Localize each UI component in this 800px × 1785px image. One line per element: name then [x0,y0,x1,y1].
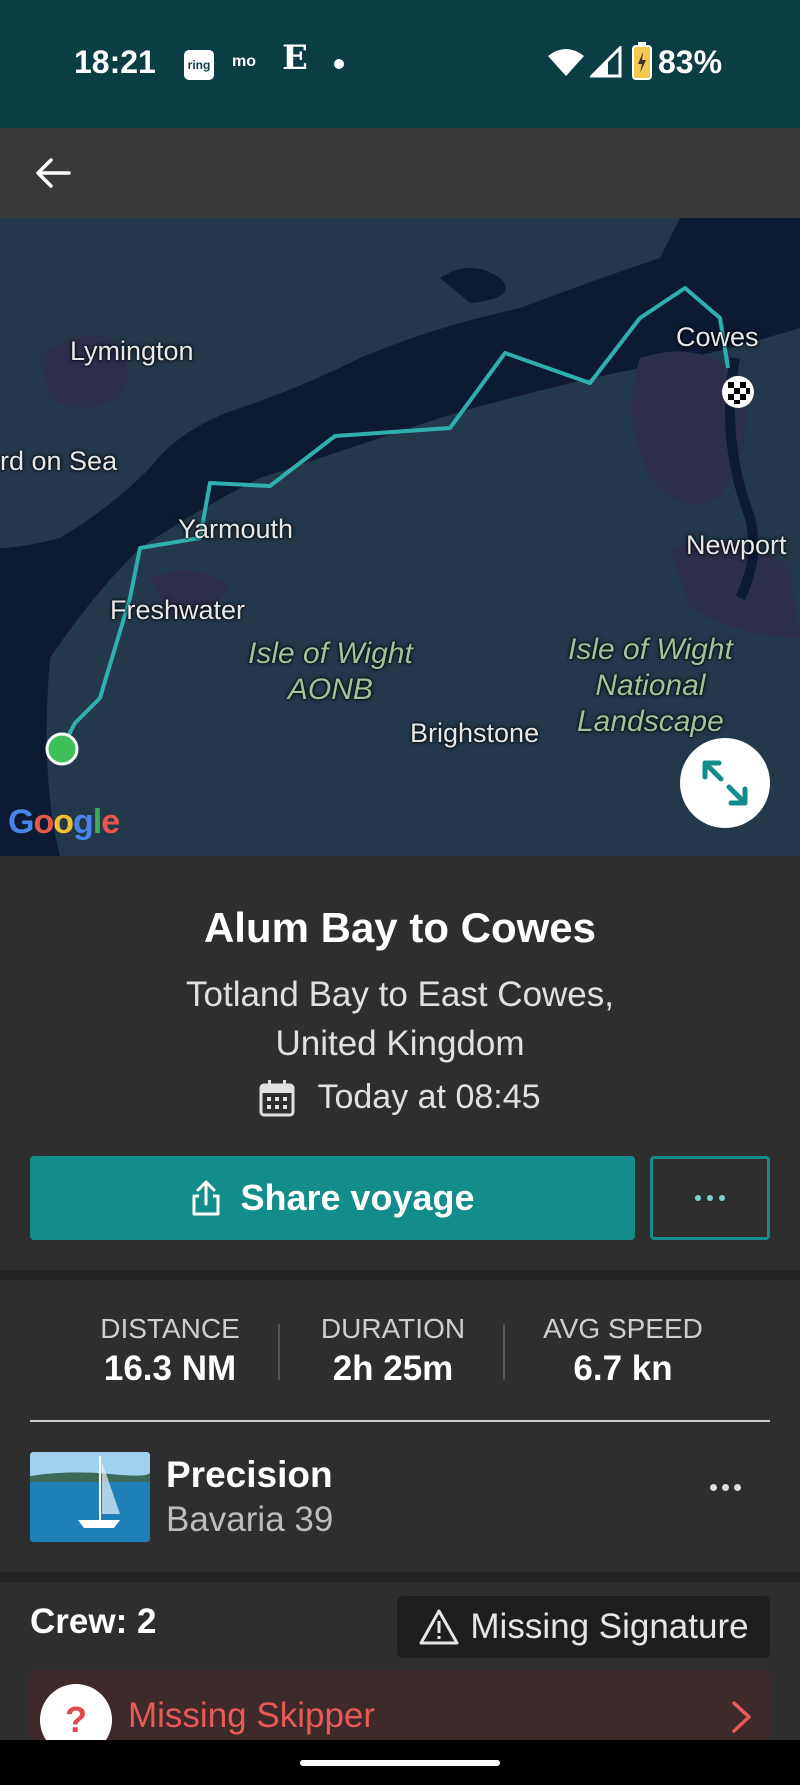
section-divider [0,1270,800,1280]
route-map[interactable]: Lymington rd on Sea Yarmouth Freshwater … [0,218,800,856]
map-canvas [0,218,800,856]
start-marker-icon [45,732,79,766]
stat-duration: DURATION 2h 25m [278,1313,508,1389]
stat-value: 6.7 kn [573,1349,673,1388]
voyage-date-row: Today at 08:45 [0,1078,800,1117]
map-label-lymington: Lymington [70,336,194,366]
status-time: 18:21 [74,44,156,80]
stat-separator [503,1324,505,1380]
stat-value: 2h 25m [332,1349,454,1388]
boat-model: Bavaria 39 [166,1500,334,1539]
map-label-freshwater: Freshwater [110,595,246,625]
map-label-brighstone: Brighstone [410,718,540,748]
stat-label: DURATION [320,1313,466,1344]
voyage-stats: DISTANCE 16.3 NM DURATION 2h 25m AVG SPE… [0,1280,800,1420]
expand-map-button[interactable] [680,738,770,828]
more-dot [695,1195,701,1201]
battery-icon [632,42,652,80]
section-divider [0,1572,800,1582]
voyage-more-button[interactable] [650,1156,770,1240]
stat-value: 16.3 NM [103,1349,237,1388]
status-bar: 18:21 ring mo E 83% [0,0,800,128]
warning-icon [419,1609,459,1645]
map-label-milford: rd on Sea [0,446,118,476]
chevron-right-icon [732,1701,751,1733]
home-gesture-handle[interactable] [300,1760,500,1766]
stat-avg-speed: AVG SPEED 6.7 kn [508,1313,738,1389]
map-label-national-landscape: Isle of Wight National Landscape [568,633,733,738]
google-logo: Google [8,803,120,841]
e-app-icon: E [282,38,308,78]
map-label-cowes: Cowes [676,322,759,352]
back-button[interactable] [28,148,78,198]
voyage-summary: Alum Bay to Cowes Totland Bay to East Co… [0,856,800,1270]
share-icon [192,1180,220,1216]
boat-more-button[interactable] [710,1484,741,1491]
ring-app-icon: ring [184,50,214,80]
share-voyage-label: Share voyage [240,1177,475,1218]
expand-icon [702,760,748,806]
missing-signature-label: Missing Signature [470,1607,749,1646]
missing-signature-badge[interactable]: Missing Signature [397,1596,770,1658]
share-voyage-button[interactable]: Share voyage [30,1156,635,1240]
more-dot [707,1195,713,1201]
calendar-icon [259,1079,295,1116]
boat-row[interactable]: Precision Bavaria 39 [0,1422,800,1572]
map-label-yarmouth: Yarmouth [178,514,294,544]
back-arrow-icon [36,158,71,188]
voyage-title: Alum Bay to Cowes [203,904,597,951]
boat-name: Precision [166,1454,333,1495]
crew-title: Crew: 2 [30,1602,157,1641]
cell-signal-icon [590,46,622,78]
wifi-icon [548,49,584,76]
map-label-aonb: Isle of Wight AONB [248,637,413,706]
finish-flag-icon [722,376,754,408]
stat-label: DISTANCE [100,1313,240,1344]
app-bar [0,128,800,218]
voyage-date: Today at 08:45 [317,1078,541,1116]
more-dot [710,1484,717,1491]
stat-label: AVG SPEED [543,1313,703,1344]
more-notifications-dot [334,59,344,69]
battery-percent: 83% [658,44,723,80]
system-nav-bar [0,1740,800,1785]
map-label-newport: Newport [686,530,787,560]
boat-photo [30,1452,150,1542]
voyage-route: Totland Bay to East Cowes, United Kingdo… [186,975,614,1063]
crew-section: Crew: 2 Missing Signature ? Missing Skip… [0,1582,800,1760]
stat-distance: DISTANCE 16.3 NM [55,1313,285,1389]
more-dot [719,1195,725,1201]
missing-skipper-label: Missing Skipper [128,1696,376,1735]
more-dot [734,1484,741,1491]
more-dot [722,1484,729,1491]
mo-app-icon: mo [232,53,256,70]
